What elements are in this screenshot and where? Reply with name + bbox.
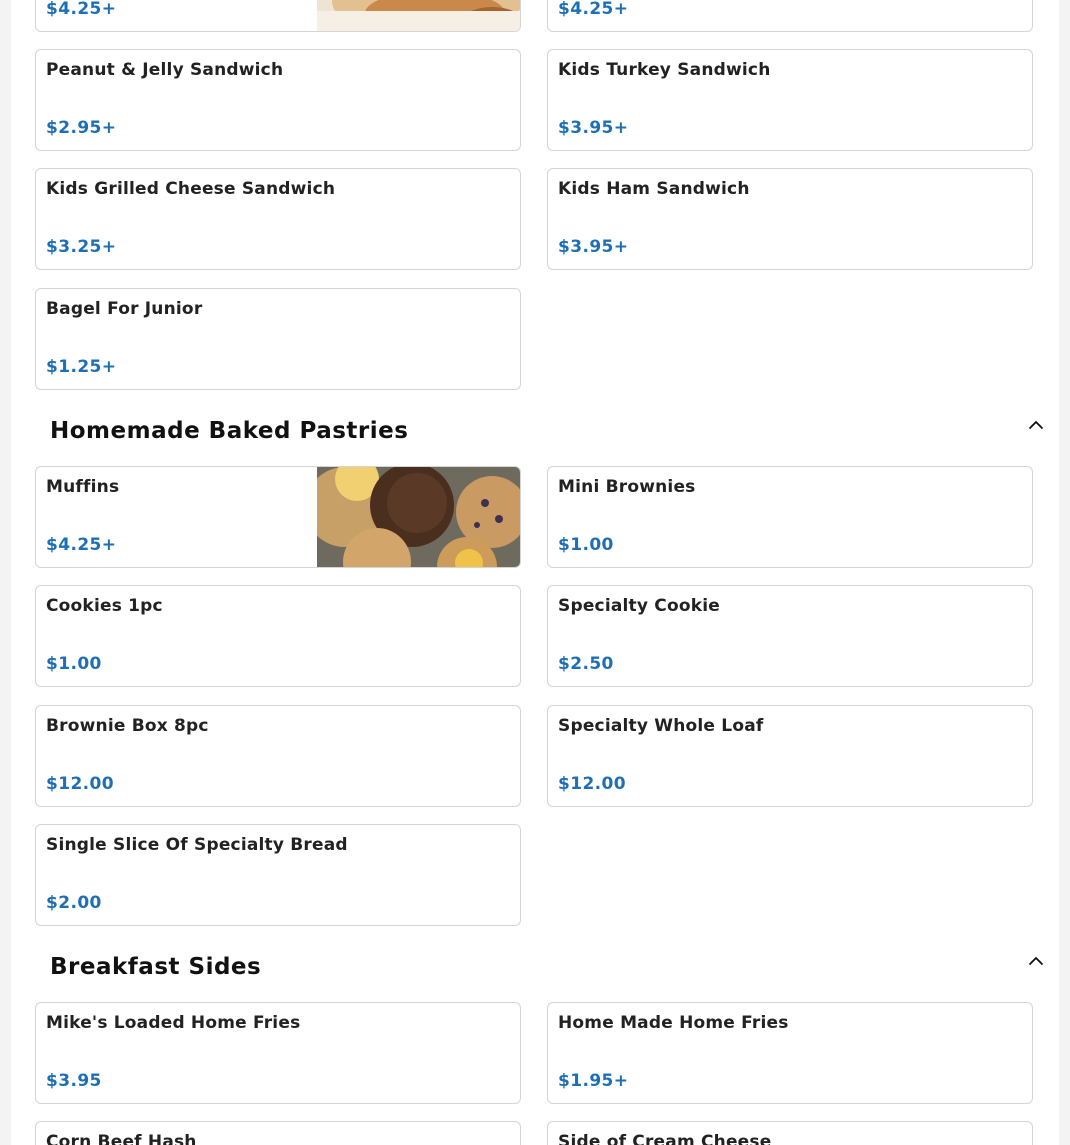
- item-price: $3.95: [46, 1071, 102, 1091]
- item-name: Peanut & Jelly Sandwich: [46, 60, 284, 80]
- menu-item-card[interactable]: Brownie Box 8pc $12.00: [35, 705, 521, 807]
- item-name: Mike's Loaded Home Fries: [46, 1013, 301, 1033]
- menu-item-card[interactable]: $4.25+: [547, 0, 1033, 32]
- menu-item-card[interactable]: Muffins $4.25+: [35, 466, 521, 568]
- item-price: $2.00: [46, 893, 102, 913]
- item-name: Muffins: [46, 477, 120, 497]
- item-price: $1.00: [46, 654, 102, 674]
- menu-item-card[interactable]: Mike's Loaded Home Fries $3.95: [35, 1002, 521, 1104]
- menu-item-card[interactable]: Cookies 1pc $1.00: [35, 585, 521, 687]
- item-name: Home Made Home Fries: [558, 1013, 789, 1033]
- menu-item-card[interactable]: Specialty Whole Loaf $12.00: [547, 705, 1033, 807]
- section-title-pastries: Homemade Baked Pastries: [50, 418, 409, 444]
- item-name: Kids Grilled Cheese Sandwich: [46, 179, 336, 199]
- menu-item-card[interactable]: Side of Cream Cheese: [547, 1121, 1033, 1145]
- menu-item-card[interactable]: Peanut & Jelly Sandwich $2.95+: [35, 49, 521, 151]
- menu-item-card[interactable]: Bagel For Junior $1.25+: [35, 288, 521, 390]
- menu-item-card[interactable]: Kids Turkey Sandwich $3.95+: [547, 49, 1033, 151]
- pancakes-photo: [317, 0, 520, 31]
- item-price: $4.25+: [46, 535, 117, 555]
- menu-item-card[interactable]: Specialty Cookie $2.50: [547, 585, 1033, 687]
- item-price: $12.00: [558, 774, 627, 794]
- item-name: Cookies 1pc: [46, 596, 163, 616]
- item-price: $3.95+: [558, 237, 629, 257]
- menu-item-card[interactable]: Mini Brownies $1.00: [547, 466, 1033, 568]
- section-collapse-toggle[interactable]: [1023, 412, 1049, 438]
- item-name: Specialty Whole Loaf: [558, 716, 764, 736]
- menu-item-card[interactable]: Home Made Home Fries $1.95+: [547, 1002, 1033, 1104]
- item-price: $1.00: [558, 535, 614, 555]
- item-name: Specialty Cookie: [558, 596, 720, 616]
- item-price: $2.50: [558, 654, 614, 674]
- item-price: $4.25+: [558, 0, 629, 19]
- item-name: Kids Ham Sandwich: [558, 179, 750, 199]
- item-price: $3.95+: [558, 118, 629, 138]
- section-title-breakfast-sides: Breakfast Sides: [50, 954, 262, 980]
- item-price: $2.95+: [46, 118, 117, 138]
- menu-item-card[interactable]: Kids Ham Sandwich $3.95+: [547, 168, 1033, 270]
- item-name: Bagel For Junior: [46, 299, 203, 319]
- section-collapse-toggle[interactable]: [1023, 948, 1049, 974]
- item-name: Corn Beef Hash: [46, 1132, 197, 1145]
- item-name: Side of Cream Cheese: [558, 1132, 772, 1145]
- item-price: $1.95+: [558, 1071, 629, 1091]
- chevron-up-icon: [1029, 957, 1043, 965]
- menu-item-card[interactable]: Kids Grilled Cheese Sandwich $3.25+: [35, 168, 521, 270]
- item-name: Kids Turkey Sandwich: [558, 60, 771, 80]
- item-price: $4.25+: [46, 0, 117, 19]
- menu-item-card[interactable]: Corn Beef Hash: [35, 1121, 521, 1145]
- item-price: $1.25+: [46, 357, 117, 377]
- menu-item-card[interactable]: $4.25+: [35, 0, 521, 32]
- item-price: $3.25+: [46, 237, 117, 257]
- item-name: Brownie Box 8pc: [46, 716, 209, 736]
- menu-page: $4.25+ $4.25+ Peanut & Jelly Sandwich $2…: [11, 0, 1059, 1145]
- item-name: Mini Brownies: [558, 477, 696, 497]
- item-price: $12.00: [46, 774, 115, 794]
- chevron-up-icon: [1029, 421, 1043, 429]
- muffins-photo: [317, 467, 520, 567]
- item-name: Single Slice Of Specialty Bread: [46, 835, 348, 855]
- menu-item-card[interactable]: Single Slice Of Specialty Bread $2.00: [35, 824, 521, 926]
